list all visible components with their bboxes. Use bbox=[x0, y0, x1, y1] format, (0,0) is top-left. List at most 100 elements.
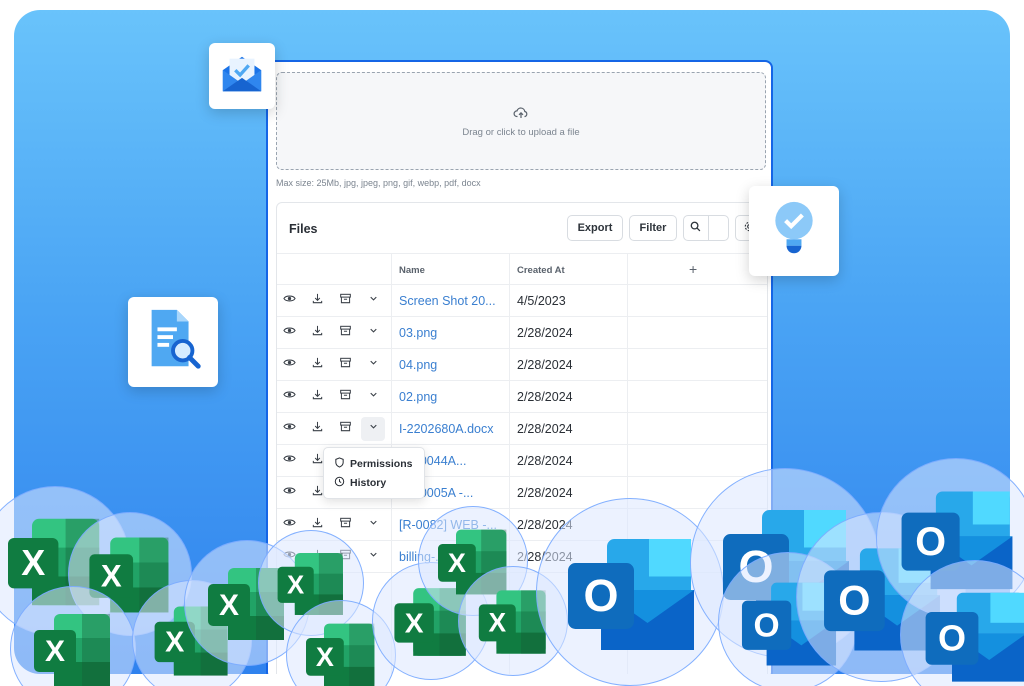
archive-icon bbox=[339, 388, 352, 406]
view-button[interactable] bbox=[281, 453, 297, 469]
view-button[interactable] bbox=[281, 293, 297, 309]
clock-icon bbox=[334, 476, 345, 490]
download-icon bbox=[311, 484, 324, 502]
more-button[interactable] bbox=[365, 549, 381, 565]
download-button[interactable] bbox=[309, 325, 325, 341]
created-at-cell: 2/28/2024 bbox=[517, 550, 573, 564]
table-row[interactable]: billing-... 2/28/2024 bbox=[277, 541, 767, 573]
archive-button[interactable] bbox=[337, 293, 353, 309]
archive-icon bbox=[339, 356, 352, 374]
more-button[interactable] bbox=[365, 517, 381, 533]
table-header: Name Created At + bbox=[277, 253, 767, 285]
download-button[interactable] bbox=[309, 549, 325, 565]
download-button[interactable] bbox=[309, 389, 325, 405]
created-at-cell: 2/28/2024 bbox=[517, 486, 573, 500]
download-icon bbox=[311, 356, 324, 374]
menu-label-permissions: Permissions bbox=[350, 458, 413, 470]
view-button[interactable] bbox=[281, 325, 297, 341]
file-name-link[interactable]: 03.png bbox=[399, 326, 437, 340]
table-row[interactable]: 03.png 2/28/2024 bbox=[277, 317, 767, 349]
archive-button[interactable] bbox=[337, 549, 353, 565]
download-icon bbox=[311, 548, 324, 566]
menu-item-permissions[interactable]: Permissions bbox=[334, 457, 412, 471]
add-column-button[interactable]: + bbox=[689, 261, 697, 277]
files-title: Files bbox=[289, 222, 318, 236]
archive-button[interactable] bbox=[337, 389, 353, 405]
file-name-link[interactable]: I-2202680A.docx bbox=[399, 422, 494, 436]
download-icon bbox=[311, 452, 324, 470]
file-name-link[interactable]: billing-... bbox=[399, 550, 446, 564]
file-name-link[interactable]: Screen Shot 20... bbox=[399, 294, 496, 308]
archive-icon bbox=[339, 292, 352, 310]
created-at-cell: 2/28/2024 bbox=[517, 326, 573, 340]
more-button[interactable] bbox=[365, 325, 381, 341]
search-button[interactable] bbox=[683, 215, 729, 241]
archive-button[interactable] bbox=[337, 357, 353, 373]
view-button[interactable] bbox=[281, 485, 297, 501]
filter-button[interactable]: Filter bbox=[629, 215, 677, 241]
chevron-down-icon bbox=[367, 292, 380, 310]
created-at-cell: 2/28/2024 bbox=[517, 390, 573, 404]
search-icon bbox=[690, 221, 701, 235]
more-button[interactable] bbox=[365, 389, 381, 405]
eye-icon bbox=[282, 484, 296, 502]
table-row[interactable]: Screen Shot 20... 4/5/2023 bbox=[277, 285, 767, 317]
document-search-tile bbox=[128, 297, 218, 387]
eye-icon bbox=[282, 324, 296, 342]
download-icon bbox=[311, 292, 324, 310]
lightbulb-tile bbox=[749, 186, 839, 276]
view-button[interactable] bbox=[281, 517, 297, 533]
upload-dropzone[interactable]: Drag or click to upload a file bbox=[276, 72, 766, 170]
file-name-link[interactable]: 02.png bbox=[399, 390, 437, 404]
envelope-tile bbox=[209, 43, 275, 109]
chevron-down-icon bbox=[367, 548, 380, 566]
lightbulb-check-icon bbox=[766, 196, 822, 267]
archive-button[interactable] bbox=[337, 421, 353, 437]
view-button[interactable] bbox=[281, 389, 297, 405]
document-search-icon bbox=[143, 306, 203, 379]
chevron-down-icon bbox=[367, 516, 380, 534]
download-button[interactable] bbox=[309, 293, 325, 309]
more-button[interactable] bbox=[365, 357, 381, 373]
row-actions-menu: Permissions History bbox=[323, 447, 425, 499]
download-button[interactable] bbox=[309, 421, 325, 437]
view-button[interactable] bbox=[281, 549, 297, 565]
eye-icon bbox=[282, 292, 296, 310]
file-name-link[interactable]: 04.png bbox=[399, 358, 437, 372]
table-row[interactable]: 04.png 2/28/2024 bbox=[277, 349, 767, 381]
column-created-at[interactable]: Created At bbox=[517, 265, 565, 276]
archive-icon bbox=[339, 420, 352, 438]
menu-label-history: History bbox=[350, 477, 387, 489]
created-at-cell: 2/28/2024 bbox=[517, 422, 573, 436]
eye-icon bbox=[282, 452, 296, 470]
archive-button[interactable] bbox=[337, 325, 353, 341]
eye-icon bbox=[282, 388, 296, 406]
download-button[interactable] bbox=[309, 357, 325, 373]
shield-icon bbox=[334, 457, 345, 471]
archive-button[interactable] bbox=[337, 517, 353, 533]
created-at-cell: 2/28/2024 bbox=[517, 454, 573, 468]
chevron-down-icon bbox=[367, 420, 380, 438]
download-icon bbox=[311, 516, 324, 534]
view-button[interactable] bbox=[281, 421, 297, 437]
table-row[interactable]: 02.png 2/28/2024 bbox=[277, 381, 767, 413]
more-button[interactable] bbox=[365, 293, 381, 309]
file-name-link[interactable]: [R-0082] WEB -... bbox=[399, 518, 497, 532]
table-row[interactable]: I-2202680A.docx 2/28/2024 bbox=[277, 413, 767, 445]
download-icon bbox=[311, 324, 324, 342]
more-button[interactable] bbox=[361, 417, 385, 441]
chevron-down-icon bbox=[367, 324, 380, 342]
eye-icon bbox=[282, 356, 296, 374]
view-button[interactable] bbox=[281, 357, 297, 373]
export-button[interactable]: Export bbox=[567, 215, 623, 241]
created-at-cell: 4/5/2023 bbox=[517, 294, 566, 308]
menu-item-history[interactable]: History bbox=[334, 476, 386, 490]
created-at-cell: 2/28/2024 bbox=[517, 358, 573, 372]
eye-icon bbox=[282, 548, 296, 566]
table-row[interactable]: [R-0082] WEB -... 2/28/2024 bbox=[277, 509, 767, 541]
column-name[interactable]: Name bbox=[399, 265, 425, 276]
envelope-check-icon bbox=[219, 51, 265, 102]
eye-icon bbox=[282, 420, 296, 438]
download-button[interactable] bbox=[309, 517, 325, 533]
files-panel: Files Export Filter Name Created At + Sc… bbox=[276, 202, 768, 674]
